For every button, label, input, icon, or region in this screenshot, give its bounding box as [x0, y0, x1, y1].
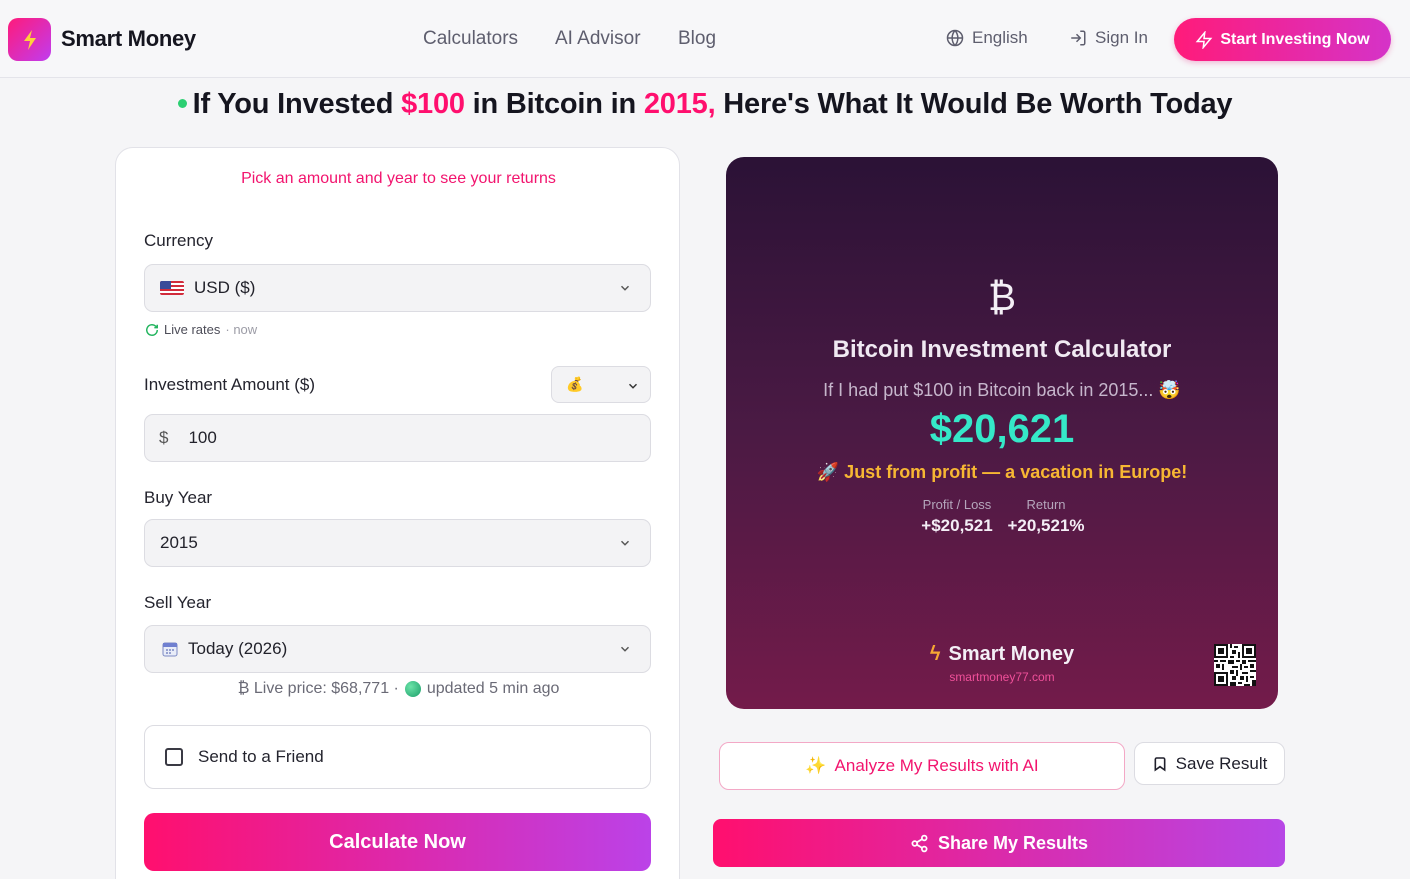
updated-text: updated 5 min ago	[426, 680, 560, 697]
lightning-icon	[1195, 30, 1213, 49]
amount-label: Investment Amount ($)	[144, 375, 316, 394]
send-friend-checkbox[interactable]	[165, 748, 183, 766]
sign-in-icon	[1071, 30, 1086, 46]
profit-value: +$20,521	[921, 516, 993, 535]
save-result-button[interactable]: Save Result	[1134, 742, 1285, 785]
headline-part1: If You Invested	[192, 88, 402, 120]
sell-year-label: Sell Year	[144, 593, 212, 612]
amount-preset-select[interactable]: 💰	[551, 366, 651, 403]
us-flag-icon	[160, 281, 184, 295]
nav-calculators[interactable]: Calculators	[423, 28, 518, 50]
refresh-icon	[146, 323, 158, 336]
lightning-icon: ϟ	[929, 643, 941, 665]
amount-value: 100	[188, 428, 217, 447]
analyze-ai-button[interactable]: ✨ Analyze My Results with AI	[719, 742, 1125, 790]
calculate-button[interactable]: Calculate Now	[144, 813, 651, 871]
result-card: ₿ Bitcoin Investment Calculator If I had…	[726, 157, 1278, 709]
result-brand: ϟ Smart Money	[726, 643, 1278, 666]
headline-year: 2015,	[643, 88, 716, 120]
result-subtitle: If I had put $100 in Bitcoin back in 201…	[823, 380, 1181, 400]
page-headline: If You Invested $100 in Bitcoin in 2015,…	[0, 88, 1410, 121]
nav-blog[interactable]: Blog	[678, 28, 716, 50]
sign-in-link[interactable]: Sign In	[1069, 28, 1148, 48]
share-label: Share My Results	[937, 832, 1089, 853]
profit-label: Profit / Loss	[922, 497, 992, 512]
sign-in-label: Sign In	[1095, 28, 1148, 47]
start-investing-label: Start Investing Now	[1220, 30, 1370, 48]
language-selector[interactable]: English	[946, 28, 1028, 48]
sparkles-icon: ✨	[805, 756, 827, 775]
currency-select[interactable]: USD ($)	[144, 264, 651, 312]
send-friend-label: Send to a Friend	[198, 747, 324, 766]
globe-icon	[404, 681, 421, 697]
chevron-down-icon	[628, 383, 638, 389]
result-title: Bitcoin Investment Calculator	[832, 336, 1172, 363]
buy-year-value: 2015	[160, 533, 198, 552]
headline-part3: Here's What It Would Be Worth Today	[715, 88, 1233, 120]
calculator-form-card: Pick an amount and year to see your retu…	[115, 147, 680, 879]
share-icon	[911, 834, 928, 852]
bitcoin-icon: ₿	[987, 277, 1017, 319]
live-rates-label: Live rates	[164, 322, 221, 337]
analyze-label: Analyze My Results with AI	[834, 756, 1039, 775]
buy-year-label: Buy Year	[144, 488, 213, 507]
currency-value: USD ($)	[194, 278, 256, 297]
currency-prefix: $	[159, 428, 169, 447]
result-brand-name: Smart Money	[948, 643, 1075, 665]
return-label: Return	[1026, 497, 1066, 512]
logo-icon[interactable]	[8, 18, 51, 61]
status-dot	[177, 98, 187, 108]
result-value: $20,621	[929, 407, 1075, 451]
sell-year-value: Today (2026)	[188, 639, 288, 658]
top-nav: Smart Money Calculators AI Advisor Blog …	[0, 0, 1410, 78]
share-results-button[interactable]: Share My Results	[713, 819, 1285, 867]
live-rates-status: Live rates · now	[145, 322, 257, 337]
nav-ai-advisor[interactable]: AI Advisor	[555, 28, 641, 50]
qr-code-icon	[1214, 644, 1256, 686]
chevron-down-icon	[620, 540, 630, 546]
start-investing-button[interactable]: Start Investing Now	[1174, 18, 1391, 61]
result-url: smartmoney77.com	[949, 670, 1055, 684]
chevron-down-icon	[620, 646, 630, 652]
live-price-text: ₿ Live price: $68,771 ·	[237, 680, 399, 697]
sell-year-select[interactable]: Today (2026)	[144, 625, 651, 673]
language-label: English	[972, 28, 1028, 47]
buy-year-select[interactable]: 2015	[144, 519, 651, 567]
headline-part2: in Bitcoin in	[464, 88, 644, 120]
return-stat: Return +20,521%	[1002, 497, 1090, 536]
result-tagline: 🚀 Just from profit — a vacation in Europ…	[816, 462, 1188, 482]
chevron-down-icon	[620, 285, 630, 291]
return-value: +20,521%	[1007, 516, 1085, 535]
amount-input[interactable]: $ 100	[144, 414, 651, 462]
calendar-icon	[162, 642, 178, 657]
currency-label: Currency	[144, 231, 213, 250]
profit-stat: Profit / Loss +$20,521	[912, 497, 1002, 536]
headline-amount: $100	[401, 88, 465, 120]
money-bag-icon: 💰	[566, 376, 584, 392]
bookmark-icon	[1154, 756, 1166, 772]
globe-icon	[946, 29, 964, 47]
brand-name[interactable]: Smart Money	[61, 26, 196, 52]
save-label: Save Result	[1175, 753, 1268, 773]
live-rates-time: · now	[225, 322, 258, 337]
send-to-friend-option[interactable]: Send to a Friend	[144, 725, 651, 789]
live-price-status: ₿ Live price: $68,771 · updated 5 min ag…	[116, 680, 681, 698]
form-intro: Pick an amount and year to see your retu…	[241, 170, 556, 187]
